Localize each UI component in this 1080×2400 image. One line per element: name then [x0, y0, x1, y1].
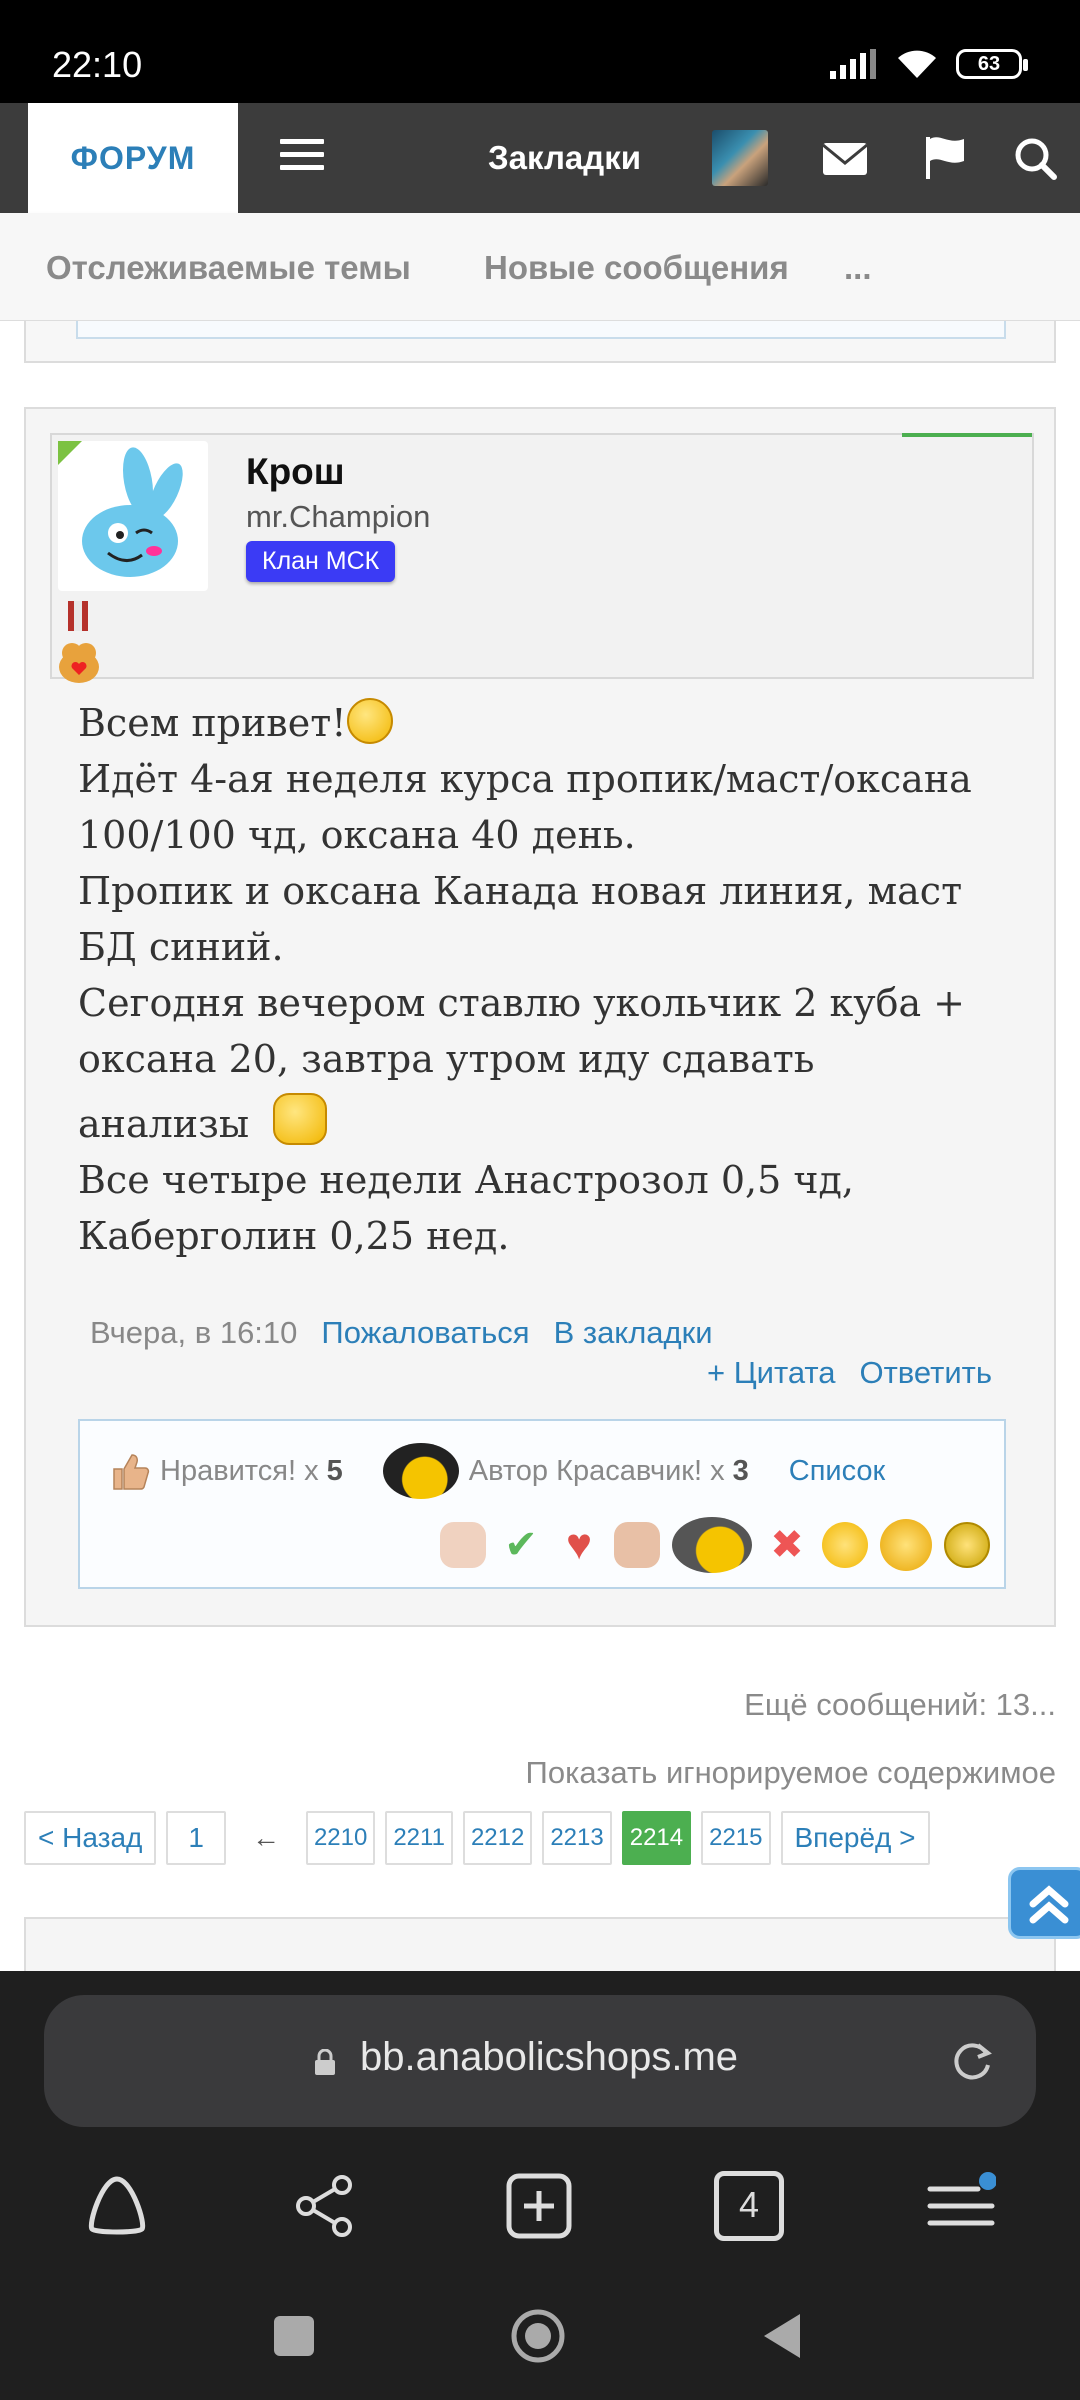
- tracked-threads-link[interactable]: Отслеживаемые темы: [46, 249, 411, 287]
- post-author-box: Крош mr.Champion Клан МСК: [50, 433, 1034, 683]
- recents-icon[interactable]: [264, 2306, 324, 2366]
- tabs-count-button[interactable]: 4: [714, 2171, 784, 2241]
- double-chevron-up-icon: [1029, 1885, 1069, 1924]
- report-link[interactable]: Пожаловаться: [321, 1315, 529, 1350]
- status-bar: 22:10 63: [0, 0, 1080, 103]
- page-link[interactable]: 1: [166, 1811, 226, 1865]
- show-ignored-link[interactable]: Показать игнорируемое содержимое: [526, 1755, 1056, 1791]
- reload-icon[interactable]: [946, 2035, 998, 2087]
- reply-button[interactable]: Ответить: [859, 1355, 992, 1390]
- avatar[interactable]: [58, 441, 208, 591]
- cross-reaction-icon[interactable]: ✖: [764, 1522, 810, 1568]
- post-line: оксана 20, завтра утром иду сдавать: [78, 1037, 815, 1081]
- post-line: Все четыре недели Анастрозол 0,5 чд,: [78, 1158, 854, 1202]
- clan-badge: Клан МСК: [246, 541, 396, 582]
- home-button-icon[interactable]: [508, 2306, 568, 2366]
- reactions-list-link[interactable]: Список: [789, 1455, 886, 1488]
- battery-icon: 63: [956, 49, 1028, 79]
- medal-icon: [59, 601, 99, 683]
- post-line: 100/100 чд, оксана 40 день.: [78, 813, 636, 857]
- user-avatar[interactable]: [712, 130, 768, 186]
- forum-post: Крош mr.Champion Клан МСК Всем привет! И…: [24, 407, 1056, 1627]
- wifi-icon: [898, 50, 936, 78]
- signal-icon: [830, 49, 876, 79]
- sub-navigation: Отслеживаемые темы Новые сообщения ...: [0, 213, 1080, 321]
- post-actions: + Цитата Ответить: [683, 1355, 992, 1391]
- home-icon[interactable]: [82, 2171, 152, 2241]
- pagination: < Назад 1 ← 2210 2211 2212 2213 2214 221…: [24, 1811, 930, 1865]
- cool-reaction-icon[interactable]: [672, 1517, 752, 1573]
- back-icon[interactable]: [754, 2306, 814, 2366]
- thread-content: Крош mr.Champion Клан МСК Всем привет! И…: [0, 321, 1080, 1971]
- browser-bottom-bar: bb.anabolicshops.me 4: [0, 1971, 1080, 2400]
- post-meta: Вчера, в 16:10 Пожаловаться В закладки: [90, 1315, 713, 1351]
- post-line: Сегодня вечером ставлю укольчик 2 куба +: [78, 981, 966, 1025]
- dislike-reaction-icon[interactable]: [614, 1522, 660, 1568]
- post-line: Идёт 4-ая неделя курса пропик/маст/оксан…: [78, 757, 972, 801]
- page-link[interactable]: 2215: [701, 1811, 771, 1865]
- author-reaction-label: Автор Красавчик! x: [468, 1454, 725, 1487]
- post-body: Всем привет! Идёт 4-ая неделя курса проп…: [78, 695, 1028, 1264]
- prev-page-button[interactable]: < Назад: [24, 1811, 157, 1865]
- thumbs-up-emoji-icon: [273, 1093, 328, 1145]
- quote-button[interactable]: + Цитата: [707, 1355, 835, 1390]
- status-time: 22:10: [52, 44, 143, 85]
- post-author-title: mr.Champion: [246, 499, 431, 534]
- post-line: анализы: [78, 1102, 250, 1146]
- like-reaction-icon[interactable]: [440, 1522, 486, 1568]
- smile-emoji-icon: [346, 698, 393, 744]
- search-icon[interactable]: [1010, 133, 1060, 183]
- more-menu-link[interactable]: ...: [844, 249, 872, 287]
- more-messages-link[interactable]: Ещё сообщений: 13...: [744, 1687, 1056, 1723]
- post-line: Каберголин 0,25 нед.: [78, 1214, 510, 1258]
- sad-reaction-icon[interactable]: [880, 1519, 932, 1571]
- mail-icon[interactable]: [820, 133, 870, 183]
- share-icon[interactable]: [290, 2171, 360, 2241]
- menu-icon[interactable]: [926, 2171, 996, 2241]
- menu-icon[interactable]: [280, 139, 324, 173]
- flag-icon[interactable]: [920, 133, 970, 183]
- check-reaction-icon[interactable]: ✔: [498, 1522, 544, 1568]
- current-page[interactable]: 2214: [621, 1811, 692, 1865]
- post-line: Всем привет!: [78, 701, 347, 745]
- next-page-button[interactable]: Вперёд >: [780, 1811, 930, 1865]
- like-count: 5: [326, 1454, 343, 1487]
- new-tab-icon[interactable]: [504, 2171, 574, 2241]
- page-link[interactable]: 2213: [542, 1811, 612, 1865]
- medal-reaction-icon[interactable]: [944, 1522, 990, 1568]
- bookmarks-link[interactable]: Закладки: [488, 139, 641, 177]
- author-reaction-count: 3: [732, 1454, 749, 1487]
- like-label: Нравится! x: [160, 1454, 319, 1487]
- page-link[interactable]: 2212: [462, 1811, 533, 1865]
- post-author-name[interactable]: Крош: [246, 451, 345, 493]
- cool-emoji-icon: [382, 1443, 459, 1499]
- heart-reaction-icon[interactable]: ♥: [556, 1522, 602, 1568]
- url-text: bb.anabolicshops.me: [360, 2035, 739, 2079]
- thumbs-up-icon: [113, 1454, 150, 1490]
- post-line: БД синий.: [78, 925, 284, 969]
- scroll-top-button[interactable]: [1008, 1867, 1080, 1939]
- tab-forum[interactable]: ФОРУМ: [28, 103, 238, 213]
- post-time: Вчера, в 16:10: [90, 1315, 298, 1350]
- reactions-box: Нравится! x5 Автор Красавчик! x3 Список …: [78, 1419, 1006, 1589]
- forum-navbar: ФОРУМ Закладки: [0, 103, 1080, 213]
- page-link[interactable]: 2211: [385, 1811, 453, 1865]
- address-bar[interactable]: bb.anabolicshops.me: [44, 1995, 1036, 2127]
- previous-post: [24, 321, 1056, 363]
- page-link[interactable]: 2210: [305, 1811, 376, 1865]
- bookmark-link[interactable]: В закладки: [554, 1315, 713, 1350]
- pager-ellipsis[interactable]: ←: [236, 1822, 296, 1854]
- lock-icon: [315, 2049, 335, 2075]
- reply-editor: [24, 1917, 1056, 1971]
- post-line: Пропик и оксана Канада новая линия, маст: [78, 869, 963, 913]
- smile-reaction-icon[interactable]: [822, 1522, 868, 1568]
- new-messages-link[interactable]: Новые сообщения: [484, 249, 789, 287]
- reaction-picker: ✔ ♥ ✖: [440, 1517, 990, 1573]
